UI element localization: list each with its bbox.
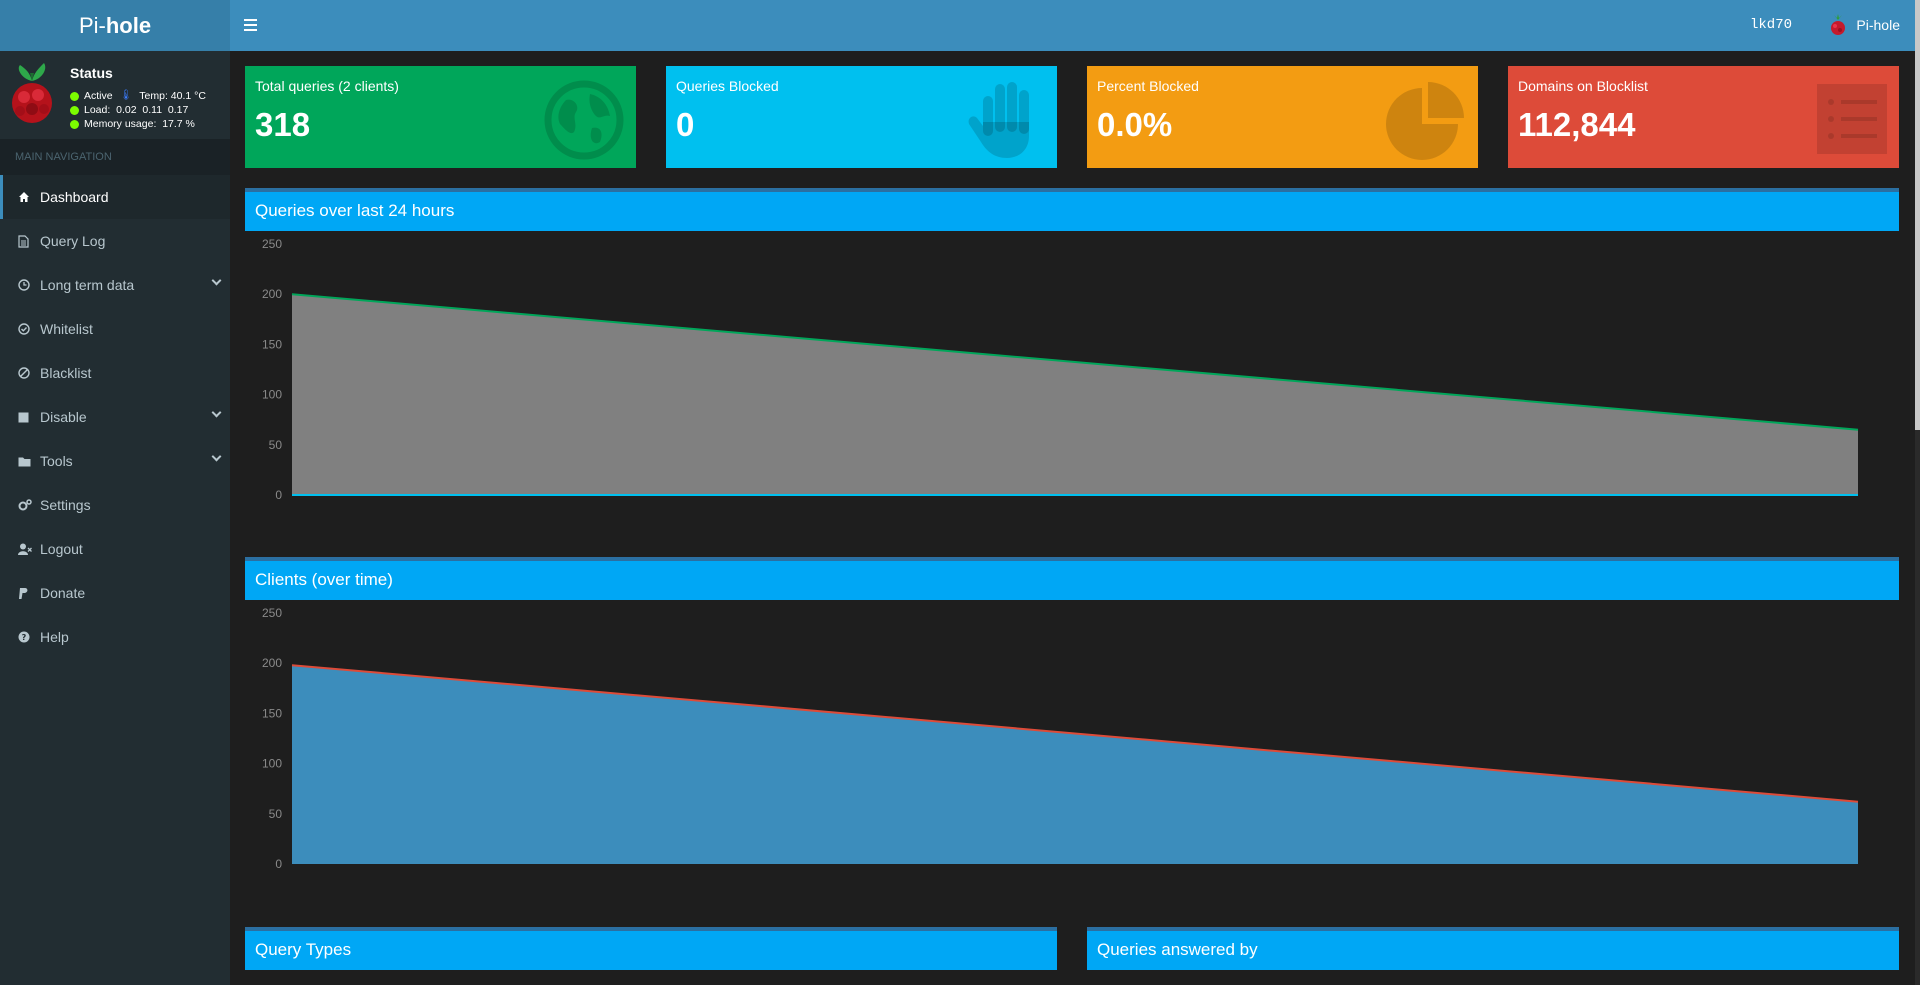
queries-blocked-box[interactable]: Queries Blocked 0: [666, 66, 1057, 168]
y-tick-label: 250: [262, 606, 282, 620]
chevron-down-icon: [211, 275, 222, 286]
user-times-icon: [18, 543, 40, 555]
status-load: Load: 0.02 0.11 0.17: [84, 104, 189, 116]
series-area-0: [292, 665, 1858, 864]
raspberry-icon: [1831, 14, 1846, 35]
globe-icon: [544, 80, 624, 160]
ban-icon: [18, 367, 40, 379]
sidebar-item-label: Query Log: [40, 233, 106, 249]
logo-bold: hole: [105, 12, 152, 38]
queries-chart-box: Queries over last 24 hours 250 200 150 100 5…: [245, 188, 1899, 516]
clock-icon: [18, 279, 40, 291]
status-active-row: Active 🌡 Temp: 40.1 °C: [70, 89, 206, 103]
y-tick-label: 150: [262, 337, 282, 351]
queries-chart-title: Queries over last 24 hours: [245, 188, 1899, 231]
nav-header: MAIN NAVIGATION: [0, 139, 230, 175]
pihole-logo-icon: [12, 63, 52, 123]
chevron-down-icon: [211, 451, 222, 462]
y-tick-label: 50: [269, 438, 283, 452]
y-tick-label: 0: [275, 857, 282, 871]
logo-prefix: Pi-: [78, 12, 106, 38]
y-tick-label: 200: [262, 656, 282, 670]
status-active: Active: [84, 90, 113, 102]
y-tick-label: 100: [262, 757, 282, 771]
logo[interactable]: Pi-hole: [0, 0, 230, 51]
scrollbar-thumb[interactable]: [1915, 0, 1920, 430]
clients-chart-title: Clients (over time): [245, 557, 1899, 600]
y-tick-label: 200: [262, 287, 282, 301]
sidebar-item-label: Donate: [40, 585, 86, 601]
folder-icon: [18, 456, 40, 467]
status-load-row: Load: 0.02 0.11 0.17: [70, 103, 206, 117]
sidebar-item-label: Logout: [40, 541, 83, 557]
y-tick-label: 100: [262, 388, 282, 402]
sidebar-item-dashboard[interactable]: Dashboard: [0, 175, 230, 219]
sidebar-item-tools[interactable]: Tools: [0, 439, 230, 483]
sidebar-item-label: Disable: [40, 409, 87, 425]
status-memory-row: Memory usage: 17.7 %: [70, 117, 206, 131]
y-tick-label: 150: [262, 706, 282, 720]
y-tick-label: 250: [262, 237, 282, 251]
series-area-0: [292, 294, 1858, 495]
queries-chart-area: 250 200 150 100 50 0: [245, 231, 1899, 516]
clients-chart-area: 250 200 150 100 50 0: [245, 600, 1899, 885]
hostname: lkd70: [1749, 17, 1792, 33]
sidebar-toggle-icon[interactable]: [244, 14, 266, 36]
y-tick-label: 50: [269, 807, 283, 821]
sidebar-item-label: Settings: [40, 497, 91, 513]
thermometer-icon: 🌡: [119, 90, 133, 101]
sidebar-item-query-log[interactable]: Query Log: [0, 219, 230, 263]
answered-by-box: Queries answered by: [1087, 927, 1899, 985]
sidebar-item-label: Help: [40, 629, 69, 645]
check-circle-icon: [18, 323, 40, 335]
memory-dot-icon: [70, 119, 79, 129]
clients-chart-box: Clients (over time) 250 200 150 100 50 0: [245, 557, 1899, 885]
sidebar-item-logout[interactable]: Logout: [0, 527, 230, 571]
status-panel: Status Active 🌡 Temp: 40.1 °C Load: 0.02…: [0, 51, 230, 139]
paypal-icon: [18, 587, 40, 600]
percent-blocked-box[interactable]: Percent Blocked 0.0%: [1087, 66, 1478, 168]
sidebar: Status Active 🌡 Temp: 40.1 °C Load: 0.02…: [0, 51, 230, 985]
hand-stop-icon: [968, 82, 1029, 158]
gears-icon: [18, 499, 40, 511]
sidebar-item-label: Whitelist: [40, 321, 93, 337]
page-scrollbar[interactable]: [1915, 0, 1920, 985]
sidebar-item-help[interactable]: ? Help: [0, 615, 230, 659]
svg-text:?: ?: [22, 633, 27, 642]
domains-blocklist-box[interactable]: Domains on Blocklist 112,844: [1508, 66, 1899, 168]
sidebar-item-donate[interactable]: Donate: [0, 571, 230, 615]
question-circle-icon: ?: [18, 631, 40, 643]
status-title: Status: [70, 65, 113, 81]
user-label: Pi-hole: [1856, 17, 1900, 33]
clients-chart: 250 200 150 100 50 0: [262, 606, 1859, 871]
chevron-down-icon: [211, 407, 222, 418]
sidebar-item-label: Dashboard: [40, 189, 109, 205]
user-menu[interactable]: Pi-hole: [1828, 14, 1900, 36]
sidebar-item-disable[interactable]: Disable: [0, 395, 230, 439]
sidebar-item-long-term-data[interactable]: Long term data: [0, 263, 230, 307]
status-dot-icon: [70, 91, 79, 101]
sidebar-item-blacklist[interactable]: Blacklist: [0, 351, 230, 395]
sidebar-item-settings[interactable]: Settings: [0, 483, 230, 527]
pie-chart-icon: [1386, 82, 1464, 160]
list-icon: [1817, 84, 1887, 154]
file-icon: [18, 234, 40, 248]
load-dot-icon: [70, 105, 79, 115]
top-navbar: lkd70 Pi-hole: [230, 0, 1920, 51]
home-icon: [18, 191, 40, 203]
sidebar-item-whitelist[interactable]: Whitelist: [0, 307, 230, 351]
status-memory: Memory usage: 17.7 %: [84, 118, 195, 130]
queries-chart: 250 200 150 100 50 0: [262, 237, 1859, 502]
stop-icon: [18, 412, 40, 423]
total-queries-box[interactable]: Total queries (2 clients) 318: [245, 66, 636, 168]
sidebar-item-label: Blacklist: [40, 365, 92, 381]
query-types-box: Query Types: [245, 927, 1057, 985]
y-tick-label: 0: [275, 488, 282, 502]
sidebar-item-label: Long term data: [40, 277, 135, 293]
sidebar-item-label: Tools: [40, 453, 73, 469]
answered-by-title: Queries answered by: [1087, 927, 1899, 970]
query-types-title: Query Types: [245, 927, 1057, 970]
status-temp: Temp: 40.1 °C: [139, 90, 206, 102]
